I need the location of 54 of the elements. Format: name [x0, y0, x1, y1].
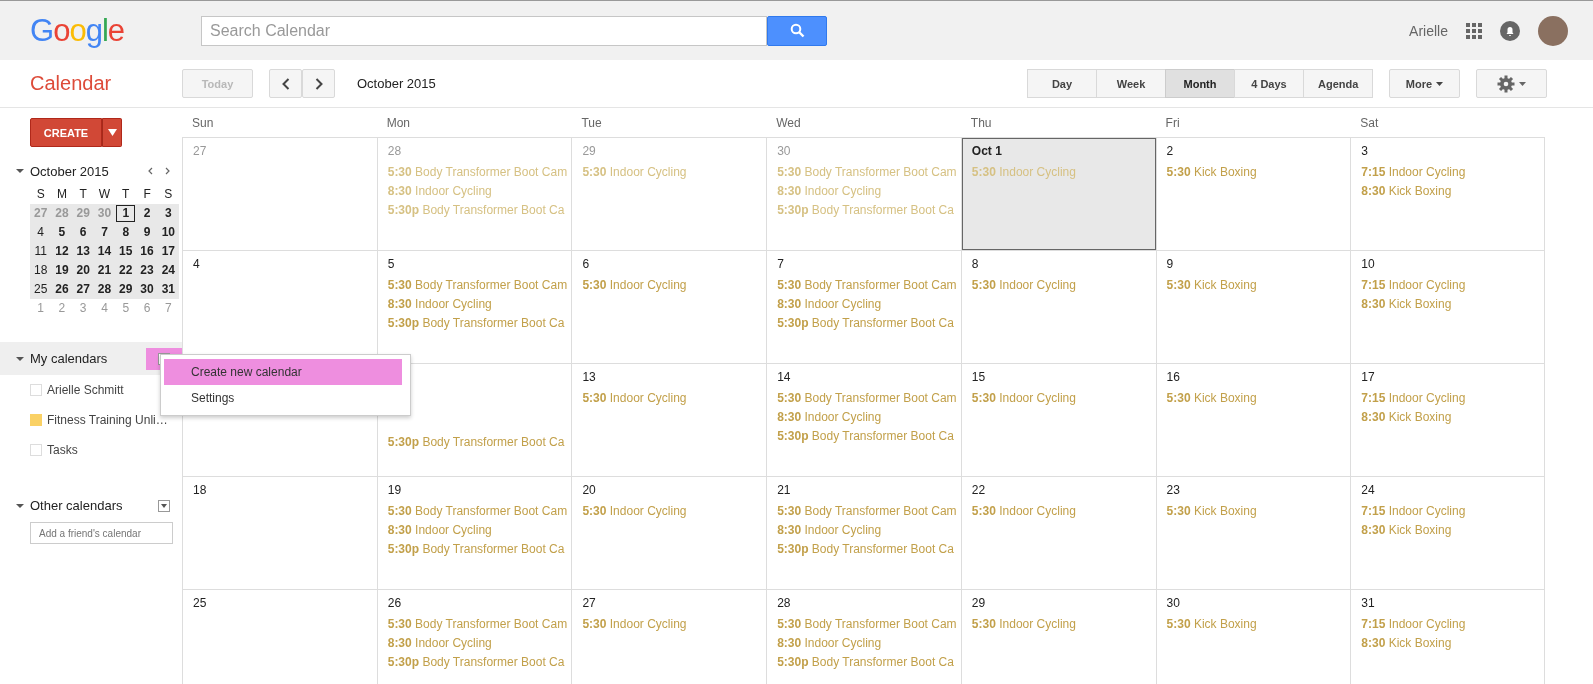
- day-number: 19: [387, 483, 403, 498]
- day-number: 10: [1361, 257, 1376, 272]
- day-number: 28: [387, 144, 403, 159]
- day-number: 17: [1361, 370, 1376, 385]
- weekday-header: Sun: [191, 115, 215, 130]
- day-number: 9: [1166, 257, 1175, 272]
- day-number: 3: [1361, 144, 1369, 159]
- day-number: Oct 1: [971, 144, 1003, 159]
- section-title: Other calendars: [30, 498, 124, 513]
- weekday-label: W: [97, 187, 112, 202]
- day-number: 23: [1166, 483, 1181, 498]
- day-number: 16: [1166, 370, 1181, 385]
- period-label: October 2015: [357, 76, 437, 91]
- day-number: 30: [1166, 596, 1181, 611]
- day-number: 29: [971, 596, 987, 611]
- day-number: 15: [971, 370, 987, 385]
- day-number: 27: [582, 596, 597, 611]
- day-number: 30: [777, 144, 792, 159]
- weekday-header: Tue: [580, 115, 603, 130]
- weekday-label: S: [35, 187, 46, 202]
- day-number: 2: [1166, 144, 1175, 159]
- day-number: 22: [971, 483, 987, 498]
- day-number: 24: [1361, 483, 1376, 498]
- weekday-header: Sat: [1359, 115, 1380, 130]
- day-number: 14: [777, 370, 792, 385]
- day-number: 4: [193, 257, 201, 272]
- day-number: 20: [582, 483, 597, 498]
- google-logo: Google: [30, 12, 125, 49]
- day-number: 28: [777, 596, 792, 611]
- weekday-header: Wed: [775, 115, 802, 130]
- day-number: 13: [582, 370, 597, 385]
- weekday-label: M: [55, 187, 68, 202]
- weekday-header: Fri: [1164, 115, 1181, 130]
- weekday-header: Mon: [385, 115, 412, 130]
- weekday-label: F: [142, 187, 152, 202]
- day-number: 6: [582, 257, 591, 272]
- mini-calendar-title: October 2015: [30, 163, 110, 179]
- app-title: Calendar: [29, 72, 113, 95]
- day-number: 21: [777, 483, 792, 498]
- weekday-label: T: [121, 187, 131, 202]
- day-number: 7: [777, 257, 785, 272]
- user-name: Arielle: [1409, 22, 1448, 39]
- day-number: 26: [387, 596, 403, 611]
- day-number: 29: [582, 144, 597, 159]
- section-title: My calendars: [30, 351, 109, 366]
- day-number: 5: [387, 257, 396, 272]
- weekday-header: Thu: [969, 115, 993, 130]
- weekday-label: S: [163, 187, 174, 202]
- day-number: 31: [1361, 596, 1376, 611]
- day-number: 8: [971, 257, 980, 272]
- weekday-label: T: [78, 187, 88, 202]
- day-number: 25: [193, 596, 208, 611]
- day-number: 18: [193, 483, 208, 498]
- day-number: 27: [193, 144, 208, 159]
